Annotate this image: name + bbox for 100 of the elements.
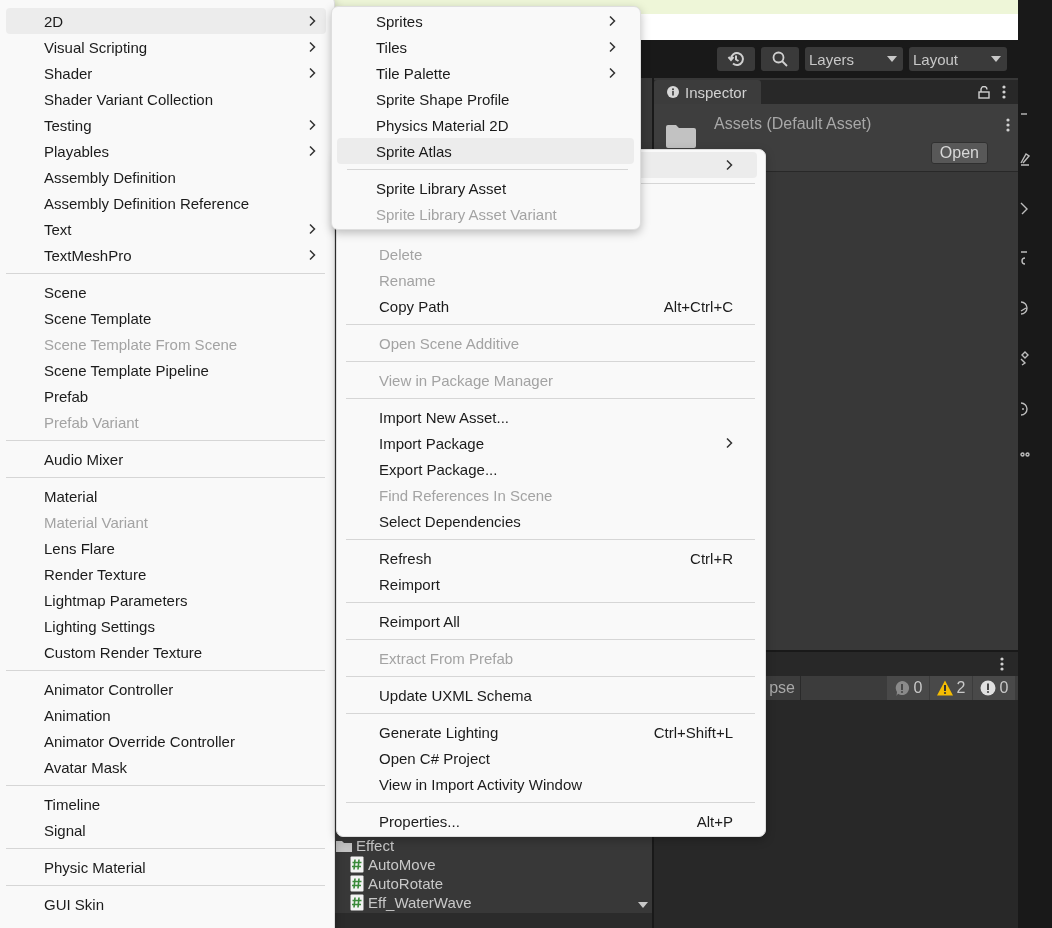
chevron-icon (308, 67, 316, 79)
menu-item[interactable]: Material (6, 483, 326, 509)
menu-item[interactable]: Animation (6, 702, 326, 728)
tool-icon (1020, 452, 1030, 457)
shortcut-label: Ctrl+Shift+L (653, 723, 733, 741)
menu-item[interactable]: Physics Material 2D (337, 112, 634, 138)
menu-item[interactable]: Animator Override Controller (6, 728, 326, 754)
more-icon (1002, 85, 1006, 99)
menu-item[interactable]: Select Dependencies (345, 508, 757, 534)
menu-item[interactable]: Sprite Shape Profile (337, 86, 634, 112)
menu-item[interactable]: Scene Template (6, 305, 326, 331)
tool-icon (1020, 202, 1028, 215)
menu-item[interactable]: Audio Mixer (6, 446, 326, 472)
menu-item[interactable]: View in Import Activity Window (345, 771, 757, 797)
tool-icon (1020, 112, 1028, 116)
menu-item[interactable]: GUI Skin (6, 891, 326, 917)
menu-item[interactable]: Render Texture (6, 561, 326, 587)
chevron-icon (308, 223, 316, 235)
menu-item[interactable]: Assembly Definition Reference (6, 190, 326, 216)
menu-item[interactable]: Update UXML Schema (345, 682, 757, 708)
shortcut-label: Alt+Ctrl+C (663, 297, 733, 315)
menu-item[interactable]: Refresh Ctrl+R (345, 545, 757, 571)
script-icon (350, 894, 364, 911)
menu-item[interactable]: Animator Controller (6, 676, 326, 702)
menu-item[interactable]: Playables (6, 138, 326, 164)
menu-item[interactable]: Custom Render Texture (6, 639, 326, 665)
menu-item[interactable]: Export Package... (345, 456, 757, 482)
menu-item[interactable]: Signal (6, 817, 326, 843)
chevron-icon (608, 67, 616, 79)
menu-item[interactable]: Testing (6, 112, 326, 138)
open-button[interactable]: Open (930, 142, 988, 164)
menu-item[interactable]: Reimport All (345, 608, 757, 634)
menu-item[interactable]: Sprite Library Asset (337, 175, 634, 201)
tool-icon (1020, 301, 1028, 315)
menu-item[interactable]: Import Package (345, 430, 757, 456)
tool-icon (1020, 251, 1028, 265)
tree-item[interactable]: Eff_WaterWave (350, 893, 472, 912)
menu-item[interactable]: Lightmap Parameters (6, 587, 326, 613)
chevron-icon (308, 41, 316, 53)
menu-item[interactable]: 2D (6, 8, 326, 34)
counter-toggle[interactable]: 2 (930, 676, 972, 700)
menu-item[interactable]: Shader (6, 60, 326, 86)
menu-item[interactable]: Lighting Settings (6, 613, 326, 639)
tool-icon (1020, 351, 1029, 366)
menu-item[interactable]: Tile Palette (337, 60, 634, 86)
menu-item[interactable]: Lens Flare (6, 535, 326, 561)
menu-item[interactable]: Reimport (345, 571, 757, 597)
counter-toggle[interactable]: 0 (887, 676, 929, 700)
error-icon (979, 680, 996, 696)
chevron-icon (725, 159, 733, 171)
chevron-icon (308, 249, 316, 261)
tree-item[interactable]: Effect (336, 836, 395, 855)
dropdown-arrow-icon (991, 56, 1001, 62)
dropdown[interactable]: Layout (909, 47, 1007, 71)
menu-item[interactable]: Properties... Alt+P (345, 808, 757, 834)
menu-item[interactable]: Shader Variant Collection (6, 86, 326, 112)
history-button[interactable] (717, 47, 755, 71)
dropdown[interactable]: Layers (805, 47, 903, 71)
counter-toggle[interactable]: 0 (973, 676, 1015, 700)
shortcut-label: Alt+P (696, 812, 733, 830)
tool-icon (1020, 402, 1028, 416)
menu-item[interactable]: Sprites (337, 8, 634, 34)
menu-item[interactable]: Tiles (337, 34, 634, 60)
chevron-icon (608, 15, 616, 27)
menu-item[interactable]: Open C# Project (345, 745, 757, 771)
script-icon (350, 875, 364, 892)
warning-icon (936, 680, 953, 696)
more-icon (1006, 118, 1010, 132)
inspector-tab[interactable]: Inspector (654, 80, 761, 104)
menu-item[interactable]: Visual Scripting (6, 34, 326, 60)
menu-item[interactable]: Import New Asset... (345, 404, 757, 430)
menu-item[interactable]: Assembly Definition (6, 164, 326, 190)
menu-item[interactable]: Copy Path Alt+Ctrl+C (345, 293, 757, 319)
tool-icon (1020, 152, 1030, 166)
menu-item[interactable]: Physic Material (6, 854, 326, 880)
chevron-icon (725, 437, 733, 449)
chevron-icon (308, 119, 316, 131)
history-icon (727, 50, 745, 68)
chevron-icon (608, 41, 616, 53)
menu-item[interactable]: TextMeshPro (6, 242, 326, 268)
tree-item[interactable]: AutoRotate (350, 874, 444, 893)
menu-item[interactable]: Prefab (6, 383, 326, 409)
scroll-down-icon (638, 902, 648, 908)
more-icon (1000, 657, 1004, 671)
chevron-icon (308, 145, 316, 157)
menu-item[interactable]: Text (6, 216, 326, 242)
script-icon (350, 856, 364, 873)
tree-item[interactable]: AutoMove (350, 855, 436, 874)
menu-item[interactable]: Scene Template Pipeline (6, 357, 326, 383)
shortcut-label: Ctrl+R (690, 549, 733, 567)
menu-item[interactable]: Timeline (6, 791, 326, 817)
menu-item[interactable]: Scene (6, 279, 326, 305)
folder-icon (336, 839, 352, 852)
menu-item[interactable]: Sprite Atlas (337, 138, 634, 164)
collapse-button[interactable]: pse (767, 676, 801, 700)
menu-item[interactable]: Generate Lighting Ctrl+Shift+L (345, 719, 757, 745)
folder-icon (666, 124, 696, 148)
menu-item[interactable]: Avatar Mask (6, 754, 326, 780)
search-button[interactable] (761, 47, 799, 71)
info-bubble-icon (893, 680, 910, 696)
